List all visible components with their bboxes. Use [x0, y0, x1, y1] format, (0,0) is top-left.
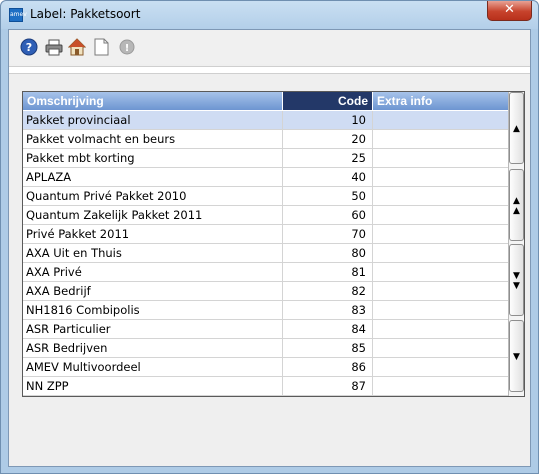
table-row[interactable]: NH1816 Combipolis 83 — [23, 301, 508, 320]
data-grid: Omschrijving Code Extra info Pakket prov… — [22, 91, 525, 397]
scroll-arrow-icon: ▼ ▼ — [513, 271, 520, 291]
column-header-extra-info[interactable]: Extra info — [373, 92, 508, 110]
home-icon[interactable] — [67, 38, 87, 56]
scroll-arrow-icon: ▲ — [513, 124, 520, 134]
cell-extra-info[interactable] — [373, 320, 508, 338]
grid-body: Omschrijving Code Extra info Pakket prov… — [23, 92, 508, 396]
table-row[interactable]: AXA Uit en Thuis 80 — [23, 244, 508, 263]
cell-extra-info[interactable] — [373, 130, 508, 148]
cell-description[interactable]: Pakket volmacht en beurs — [23, 130, 283, 148]
scroll-last-button[interactable]: ▼ — [509, 320, 524, 392]
table-row[interactable]: AXA Privé 81 — [23, 263, 508, 282]
cell-code[interactable]: 80 — [283, 244, 373, 262]
table-row[interactable]: AMEV Multivoordeel 86 — [23, 358, 508, 377]
cell-code[interactable]: 86 — [283, 358, 373, 376]
table-row[interactable]: ASR Bedrijven 85 — [23, 339, 508, 358]
toolbar-separator — [9, 66, 530, 74]
scroll-page-up-button[interactable]: ▲ ▲ — [509, 169, 524, 241]
app-window: amev Label: Pakketsoort ✕ ? ! Omschrijvi… — [0, 0, 539, 474]
cell-code[interactable]: 82 — [283, 282, 373, 300]
cell-code[interactable]: 25 — [283, 149, 373, 167]
cell-description[interactable]: Quantum Privé Pakket 2010 — [23, 187, 283, 205]
cell-description[interactable]: NN ZPP — [23, 377, 283, 395]
table-row[interactable]: Quantum Privé Pakket 2010 50 — [23, 187, 508, 206]
scroll-arrow-icon: ▲ ▲ — [513, 196, 520, 216]
cell-code[interactable]: 50 — [283, 187, 373, 205]
cell-description[interactable]: Quantum Zakelijk Pakket 2011 — [23, 206, 283, 224]
cell-code[interactable]: 81 — [283, 263, 373, 281]
cell-extra-info[interactable] — [373, 225, 508, 243]
cell-description[interactable]: AXA Uit en Thuis — [23, 244, 283, 262]
cell-extra-info[interactable] — [373, 301, 508, 319]
cell-extra-info[interactable] — [373, 358, 508, 376]
cell-extra-info[interactable] — [373, 377, 508, 395]
svg-text:?: ? — [26, 41, 32, 54]
table-row[interactable]: Pakket mbt korting 25 — [23, 149, 508, 168]
cell-extra-info[interactable] — [373, 111, 508, 129]
scroll-arrow-icon: ▼ — [513, 352, 520, 362]
window-title: Label: Pakketsoort — [30, 7, 141, 21]
close-button[interactable]: ✕ — [487, 1, 532, 21]
table-row[interactable]: NN ZPP 87 — [23, 377, 508, 396]
cell-code[interactable]: 10 — [283, 111, 373, 129]
new-document-icon[interactable] — [92, 38, 110, 56]
cell-description[interactable]: AXA Bedrijf — [23, 282, 283, 300]
cell-extra-info[interactable] — [373, 282, 508, 300]
cell-code[interactable]: 20 — [283, 130, 373, 148]
cell-extra-info[interactable] — [373, 244, 508, 262]
table-row[interactable]: Pakket provinciaal 10 — [23, 111, 508, 130]
table-row[interactable]: Privé Pakket 2011 70 — [23, 225, 508, 244]
table-row[interactable]: Quantum Zakelijk Pakket 2011 60 — [23, 206, 508, 225]
table-row[interactable]: Pakket volmacht en beurs 20 — [23, 130, 508, 149]
cell-code[interactable]: 70 — [283, 225, 373, 243]
cell-code[interactable]: 60 — [283, 206, 373, 224]
cell-code[interactable]: 40 — [283, 168, 373, 186]
cell-description[interactable]: Pakket provinciaal — [23, 111, 283, 129]
column-header-code[interactable]: Code — [283, 92, 373, 110]
cell-code[interactable]: 84 — [283, 320, 373, 338]
svg-text:!: ! — [125, 43, 130, 54]
cell-code[interactable]: 87 — [283, 377, 373, 395]
cell-description[interactable]: Pakket mbt korting — [23, 149, 283, 167]
cell-extra-info[interactable] — [373, 187, 508, 205]
table-row[interactable]: AXA Bedrijf 82 — [23, 282, 508, 301]
column-header-description[interactable]: Omschrijving — [23, 92, 283, 110]
cell-extra-info[interactable] — [373, 168, 508, 186]
grid-rows: Pakket provinciaal 10 Pakket volmacht en b… — [23, 111, 508, 396]
cell-description[interactable]: AMEV Multivoordeel — [23, 358, 283, 376]
cell-code[interactable]: 83 — [283, 301, 373, 319]
cell-code[interactable]: 85 — [283, 339, 373, 357]
grid-scroll-buttons: ▲ ▲ ▲ ▼ ▼ ▼ — [508, 92, 524, 396]
scroll-page-down-button[interactable]: ▼ ▼ — [509, 244, 524, 316]
help-icon[interactable]: ? — [20, 38, 38, 56]
cell-extra-info[interactable] — [373, 149, 508, 167]
cell-description[interactable]: ASR Bedrijven — [23, 339, 283, 357]
cell-description[interactable]: NH1816 Combipolis — [23, 301, 283, 319]
cell-description[interactable]: Privé Pakket 2011 — [23, 225, 283, 243]
toolbar: ? ! — [9, 30, 530, 64]
cell-description[interactable]: ASR Particulier — [23, 320, 283, 338]
table-row[interactable]: ASR Particulier 84 — [23, 320, 508, 339]
cell-extra-info[interactable] — [373, 263, 508, 281]
scroll-first-button[interactable]: ▲ — [509, 92, 524, 164]
cell-extra-info[interactable] — [373, 206, 508, 224]
cell-extra-info[interactable] — [373, 339, 508, 357]
info-icon: ! — [118, 38, 136, 56]
cell-description[interactable]: AXA Privé — [23, 263, 283, 281]
cell-description[interactable]: APLAZA — [23, 168, 283, 186]
print-icon[interactable] — [45, 38, 63, 56]
table-row[interactable]: APLAZA 40 — [23, 168, 508, 187]
title-bar[interactable]: amev Label: Pakketsoort ✕ — [1, 1, 538, 29]
app-icon: amev — [9, 8, 27, 22]
client-area: ? ! Omschrijving Code Extra info Pakket … — [8, 29, 531, 467]
